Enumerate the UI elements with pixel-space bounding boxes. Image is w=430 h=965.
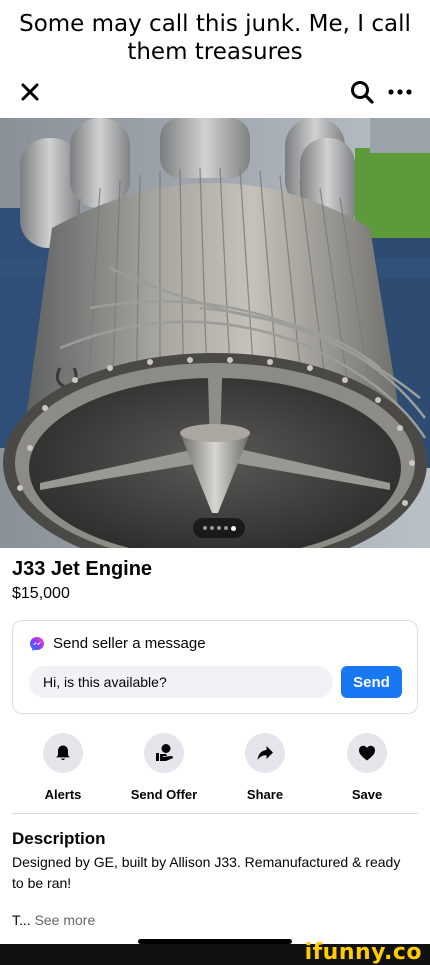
section-divider bbox=[12, 813, 418, 814]
gallery-pager[interactable] bbox=[193, 518, 245, 538]
send-offer-button-circle bbox=[144, 733, 184, 773]
share-button-circle bbox=[245, 733, 285, 773]
save-button-circle bbox=[347, 733, 387, 773]
close-icon bbox=[21, 83, 39, 101]
pager-dot bbox=[217, 526, 221, 530]
share-button[interactable]: Share bbox=[215, 733, 315, 802]
caption-line-2: them treasures bbox=[127, 39, 303, 65]
watermark: ifunny.co bbox=[304, 940, 422, 965]
listing-title: J33 Jet Engine bbox=[12, 558, 153, 580]
pager-dot bbox=[203, 526, 207, 530]
send-offer-button[interactable]: Send Offer bbox=[114, 733, 214, 802]
save-label: Save bbox=[351, 787, 383, 802]
save-button[interactable]: Save bbox=[317, 733, 417, 802]
description-truncated: T... See more bbox=[12, 912, 95, 928]
pager-dot-active bbox=[231, 525, 236, 531]
offer-hand-icon bbox=[156, 744, 173, 761]
meme-caption: Some may call this junk. Me, I call them… bbox=[0, 10, 430, 66]
see-more-link[interactable]: See more bbox=[35, 912, 96, 928]
listing-photo[interactable] bbox=[0, 118, 430, 548]
more-options-button[interactable] bbox=[384, 78, 416, 106]
messenger-icon bbox=[30, 636, 44, 651]
send-button[interactable]: Send bbox=[341, 666, 402, 698]
alerts-label: Alerts bbox=[44, 787, 82, 802]
description-text: Designed by GE, built by Allison J33. Re… bbox=[12, 854, 401, 891]
caption-line-1: Some may call this junk. Me, I call bbox=[19, 11, 411, 37]
top-bar bbox=[0, 76, 430, 110]
action-row: Alerts Send Offer Share Save bbox=[0, 733, 430, 803]
close-button[interactable] bbox=[16, 78, 44, 106]
jet-engine-photo bbox=[0, 118, 430, 548]
alerts-button[interactable]: Alerts bbox=[13, 733, 113, 802]
heart-icon bbox=[359, 745, 375, 761]
more-horizontal-icon bbox=[388, 89, 412, 95]
pager-dot bbox=[224, 526, 228, 530]
share-arrow-icon bbox=[257, 746, 273, 760]
share-label: Share bbox=[246, 787, 284, 802]
message-heading-text: Send seller a message bbox=[53, 635, 206, 652]
bell-icon bbox=[56, 745, 70, 761]
search-icon bbox=[351, 81, 374, 104]
message-heading: Send seller a message bbox=[29, 635, 206, 652]
home-indicator[interactable] bbox=[138, 939, 292, 944]
pager-dot bbox=[210, 526, 214, 530]
message-seller-card: Send seller a message Send bbox=[12, 620, 418, 714]
send-offer-label: Send Offer bbox=[130, 787, 198, 802]
truncated-text: T... bbox=[12, 912, 31, 928]
search-button[interactable] bbox=[348, 78, 376, 106]
alerts-button-circle bbox=[43, 733, 83, 773]
description-heading: Description bbox=[12, 829, 106, 848]
message-input[interactable] bbox=[29, 666, 333, 698]
listing-price: $15,000 bbox=[12, 585, 70, 602]
